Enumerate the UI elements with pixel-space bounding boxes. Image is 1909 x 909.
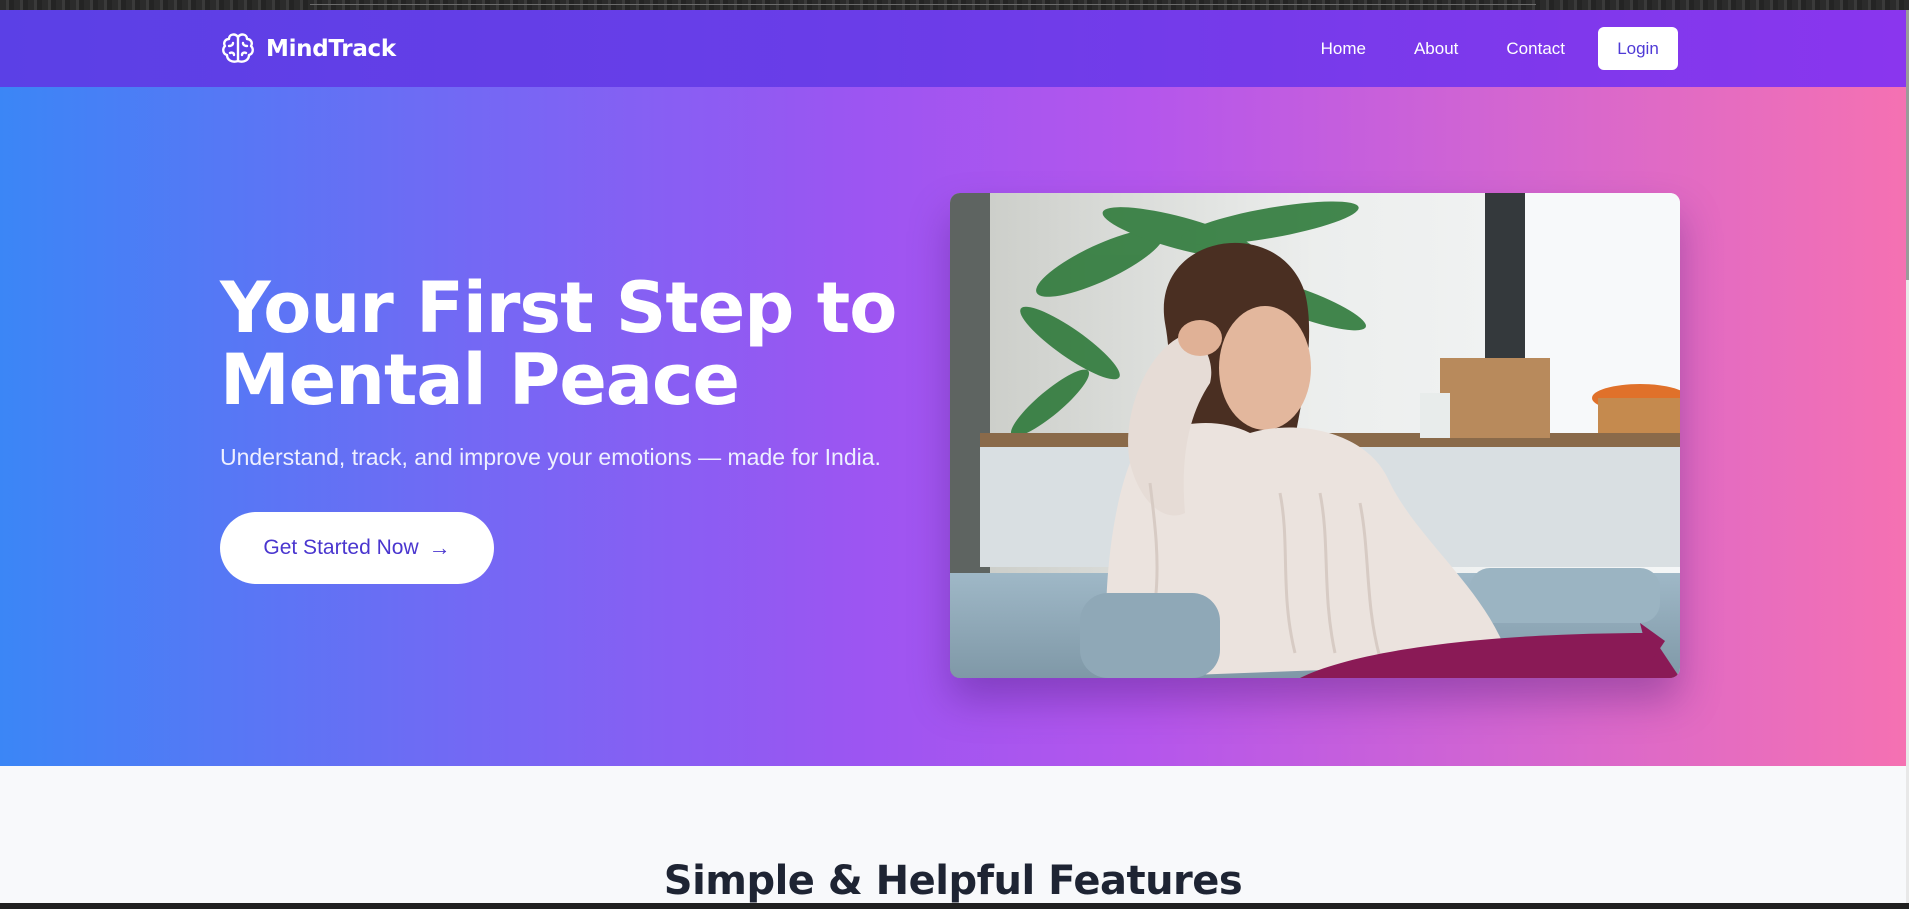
login-button[interactable]: Login — [1598, 27, 1678, 70]
nav-contact-link[interactable]: Contact — [1506, 39, 1565, 59]
hero-title-line1: Your First Step to — [220, 267, 897, 349]
brand-name: MindTrack — [266, 36, 396, 62]
hero-image — [950, 193, 1680, 678]
arrow-right-icon: → — [428, 535, 451, 560]
page: MindTrack Home About Contact Login Your … — [0, 10, 1906, 903]
browser-tab-edge — [310, 0, 1536, 5]
hero-subtitle: Understand, track, and improve your emot… — [220, 444, 881, 470]
hero-section: Your First Step to Mental Peace Understa… — [0, 87, 1906, 766]
nav-about-link[interactable]: About — [1414, 39, 1458, 59]
hero-title: Your First Step to Mental Peace — [220, 272, 920, 416]
browser-top-strip — [0, 0, 1909, 10]
get-started-button[interactable]: Get Started Now → — [220, 512, 494, 584]
brand[interactable]: MindTrack — [220, 30, 396, 68]
nav-home-link[interactable]: Home — [1321, 39, 1366, 59]
get-started-label: Get Started Now — [263, 536, 419, 559]
nav-links: Home About Contact Login — [1321, 27, 1678, 70]
browser-bottom-strip — [0, 903, 1909, 909]
features-title: Simple & Helpful Features — [663, 858, 1243, 903]
brain-icon — [220, 31, 256, 67]
navbar: MindTrack Home About Contact Login — [0, 10, 1906, 87]
hero-title-line2: Mental Peace — [220, 339, 740, 421]
